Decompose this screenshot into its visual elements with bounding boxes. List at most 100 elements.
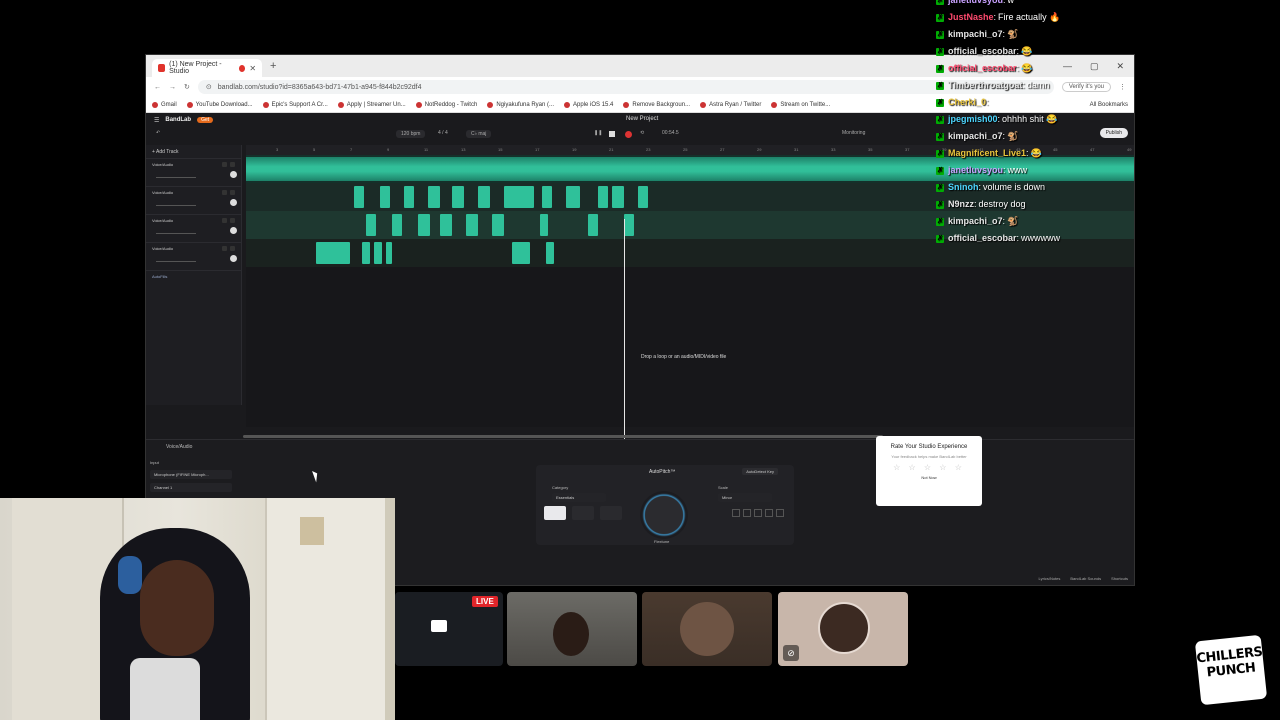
loop-icon[interactable]: ⟲ xyxy=(640,130,644,136)
browser-tab[interactable]: (1) New Project - Studio ✕ xyxy=(152,59,262,77)
bookmark-item[interactable]: Gmail xyxy=(152,101,177,108)
audio-clip[interactable] xyxy=(380,186,390,208)
project-title[interactable]: New Project xyxy=(626,116,658,122)
undo-icon[interactable]: ↶ xyxy=(156,130,160,136)
stop-button[interactable] xyxy=(609,131,615,137)
autodetect-key-button[interactable]: AutoDetect Key xyxy=(742,468,778,475)
close-tab-icon[interactable]: ✕ xyxy=(249,64,256,73)
hamburger-icon[interactable]: ☰ xyxy=(154,117,159,124)
bookmark-item[interactable]: Remove Backgroun... xyxy=(623,101,690,108)
audio-clip[interactable] xyxy=(612,186,624,208)
bpm-display[interactable]: 120 bpm xyxy=(396,130,426,138)
mute-button[interactable] xyxy=(222,162,227,167)
star-rating[interactable]: ☆ ☆ ☆ ☆ ☆ xyxy=(876,463,982,472)
bookmark-item[interactable]: YouTube Download... xyxy=(186,101,253,108)
key-button[interactable] xyxy=(754,509,762,517)
track-header[interactable]: Voice/Audio xyxy=(146,187,241,215)
record-button[interactable] xyxy=(625,131,632,138)
bookmark-item[interactable]: Stream on Twitte... xyxy=(771,101,830,108)
participant-tile[interactable] xyxy=(507,592,637,666)
bandlab-sounds-link[interactable]: BandLab Sounds xyxy=(1070,576,1101,581)
shortcuts-link[interactable]: Shortcuts xyxy=(1111,576,1128,581)
audio-clip[interactable] xyxy=(540,214,548,236)
audio-clip[interactable] xyxy=(466,214,478,236)
volume-fader[interactable] xyxy=(156,261,196,262)
audio-clip[interactable] xyxy=(624,214,634,236)
preset-button[interactable] xyxy=(544,506,566,520)
pan-knob[interactable] xyxy=(230,255,237,262)
get-button[interactable]: Get xyxy=(197,117,214,123)
pan-knob[interactable] xyxy=(230,171,237,178)
audio-clip[interactable] xyxy=(366,214,376,236)
mute-button[interactable] xyxy=(222,190,227,195)
autofill-toggle[interactable]: AutoFills xyxy=(146,271,241,282)
mute-button[interactable] xyxy=(222,218,227,223)
key-button[interactable] xyxy=(732,509,740,517)
bookmark-item[interactable]: Ngiyakufuna Ryan (... xyxy=(487,101,554,108)
forward-icon[interactable]: → xyxy=(169,84,176,91)
chat-username[interactable]: kimpachi_o7 xyxy=(948,213,1003,230)
audio-clip[interactable] xyxy=(546,242,554,264)
bookmark-item[interactable]: Epic's Support A Cr... xyxy=(262,101,328,108)
chat-username[interactable]: official_escobar xyxy=(948,43,1017,60)
mute-button[interactable] xyxy=(222,246,227,251)
audio-clip[interactable] xyxy=(428,186,440,208)
audio-clip[interactable] xyxy=(588,214,598,236)
chat-username[interactable]: N9nzz xyxy=(948,196,974,213)
solo-button[interactable] xyxy=(230,246,235,251)
volume-fader[interactable] xyxy=(156,205,196,206)
key-display[interactable]: C♭ maj xyxy=(466,130,492,138)
bookmark-item[interactable]: Apple iOS 15.4 xyxy=(564,101,613,108)
audio-clip[interactable] xyxy=(566,186,580,208)
back-icon[interactable]: ← xyxy=(154,84,161,91)
lyrics-notes-link[interactable]: Lyrics/Notes xyxy=(1039,576,1061,581)
chat-username[interactable]: official_escobar xyxy=(948,60,1017,77)
not-now-button[interactable]: Not Now xyxy=(876,475,982,480)
chat-username[interactable]: kimpachi_o7 xyxy=(948,26,1003,43)
chat-username[interactable]: jpegmish00 xyxy=(948,111,998,128)
input-device-select[interactable]: Microphone (FIFINE Microph... xyxy=(150,470,232,479)
audio-clip[interactable] xyxy=(354,186,364,208)
audio-clip[interactable] xyxy=(316,242,350,264)
audio-clip[interactable] xyxy=(542,186,552,208)
track-header[interactable]: Voice/Audio xyxy=(146,215,241,243)
audio-clip[interactable] xyxy=(440,214,452,236)
audio-clip[interactable] xyxy=(418,214,430,236)
chat-username[interactable]: janetluvsyou xyxy=(948,162,1003,179)
chat-username[interactable]: Magnificent_Live1 xyxy=(948,145,1026,162)
scale-select[interactable]: Minor xyxy=(718,493,772,502)
audio-clip[interactable] xyxy=(392,214,402,236)
preset-button[interactable] xyxy=(572,506,594,520)
chat-username[interactable]: Sninoh xyxy=(948,179,979,196)
horizontal-scrollbar[interactable] xyxy=(243,435,883,438)
audio-clip[interactable] xyxy=(598,186,608,208)
add-track-button[interactable]: + Add Track xyxy=(146,145,241,159)
category-select[interactable]: Essentials xyxy=(552,493,606,502)
audio-clip[interactable] xyxy=(512,242,530,264)
participant-tile[interactable] xyxy=(642,592,772,666)
chat-username[interactable]: Cherki_0 xyxy=(948,94,986,111)
key-button[interactable] xyxy=(776,509,784,517)
audio-clip[interactable] xyxy=(478,186,490,208)
bookmark-item[interactable]: NotReddog - Twitch xyxy=(415,101,477,108)
solo-button[interactable] xyxy=(230,162,235,167)
track-header[interactable]: Voice/Audio xyxy=(146,159,241,187)
audio-clip[interactable] xyxy=(638,186,648,208)
key-button[interactable] xyxy=(765,509,773,517)
audio-clip[interactable] xyxy=(374,242,382,264)
track-header[interactable]: Voice/Audio xyxy=(146,243,241,271)
chat-username[interactable]: JustNashe xyxy=(948,9,994,26)
preset-button[interactable] xyxy=(600,506,622,520)
pan-knob[interactable] xyxy=(230,227,237,234)
chat-username[interactable]: kimpachi_o7 xyxy=(948,128,1003,145)
solo-button[interactable] xyxy=(230,190,235,195)
audio-clip[interactable] xyxy=(492,214,504,236)
pause-icon[interactable]: ❚❚ xyxy=(594,130,602,136)
audio-clip[interactable] xyxy=(386,242,392,264)
reload-icon[interactable]: ↻ xyxy=(184,83,190,91)
url-field[interactable]: ⊙ bandlab.com/studio?id=8365a643-bd71-47… xyxy=(197,80,1054,94)
audio-clip[interactable] xyxy=(504,186,534,208)
chat-username[interactable]: Timberthroatgoat xyxy=(948,77,1022,94)
monitoring-toggle[interactable]: Monitoring xyxy=(842,130,865,136)
pan-knob[interactable] xyxy=(230,199,237,206)
